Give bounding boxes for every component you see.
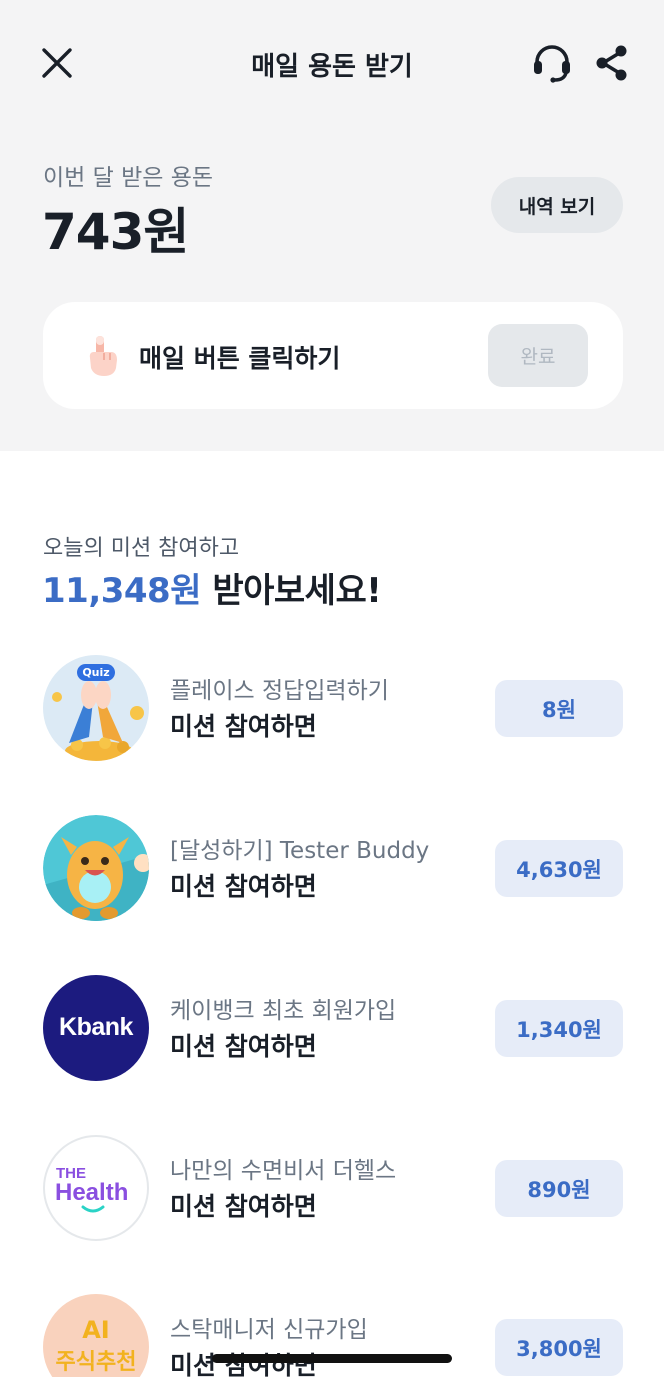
- home-indicator[interactable]: [212, 1354, 452, 1363]
- share-icon[interactable]: [592, 42, 632, 84]
- quiz-badge-label: Quiz: [82, 666, 110, 679]
- mission-subtitle: 오늘의 미션 참여하고: [43, 536, 240, 561]
- tester-buddy-character-logo: [43, 815, 149, 921]
- daily-click-label: 매일 버튼 클릭하기: [139, 344, 341, 373]
- the-health-logo-main: Health: [55, 1179, 129, 1206]
- mission-item[interactable]: [달성하기] Tester Buddy 미션 참여하면 4,630원: [0, 815, 664, 925]
- mission-headline-suffix: 받아보세요!: [200, 571, 382, 611]
- mission-action: 미션 참여하면: [170, 712, 317, 741]
- mission-action: 미션 참여하면: [170, 872, 317, 901]
- mission-action: 미션 참여하면: [170, 1192, 317, 1221]
- ai-stock-logo-bottom: 주식추천: [55, 1350, 137, 1375]
- kbank-logo: Kbank: [43, 975, 149, 1081]
- mission-item[interactable]: AI 주식추천 스탁매니저 신규가입 미션 참여하면 3,800원: [0, 1294, 664, 1377]
- mission-name: 나만의 수면비서 더헬스: [170, 1158, 397, 1184]
- navigation-bar: 매일 용돈 받기: [0, 0, 664, 124]
- mission-name: 스탁매니저 신규가입: [170, 1317, 368, 1343]
- ai-stock-logo-top: AI: [82, 1316, 110, 1344]
- the-health-logo: THE Health: [43, 1135, 149, 1241]
- headset-icon[interactable]: [530, 42, 574, 86]
- mission-item[interactable]: THE Health 나만의 수면비서 더헬스 미션 참여하면 890원: [0, 1135, 664, 1245]
- mission-reward-button[interactable]: 890원: [495, 1160, 623, 1217]
- monthly-allowance-label: 이번 달 받은 용돈: [43, 165, 214, 191]
- daily-click-card: 매일 버튼 클릭하기 완료: [43, 302, 623, 409]
- completed-button: 완료: [488, 324, 588, 387]
- mission-item[interactable]: Kbank 케이뱅크 최초 회원가입 미션 참여하면 1,340원: [0, 975, 664, 1085]
- total-reward-amount: 11,348원: [42, 571, 201, 611]
- mission-item[interactable]: Quiz 플레이스 정답입력하기 미션 참여하면 8원: [0, 655, 664, 765]
- mission-name: 플레이스 정답입력하기: [170, 678, 389, 704]
- mission-reward-button[interactable]: 8원: [495, 680, 623, 737]
- mission-reward-button[interactable]: 1,340원: [495, 1000, 623, 1057]
- mission-action: 미션 참여하면: [170, 1032, 317, 1061]
- ai-stock-logo: AI 주식추천: [43, 1294, 149, 1377]
- summary-area: 매일 용돈 받기 이번 달 받은 용돈 743원 내역 보기 매일 버튼 클릭하…: [0, 0, 664, 451]
- monthly-allowance-amount: 743원: [42, 203, 189, 261]
- pointing-hand-icon: [83, 334, 123, 378]
- quiz-high-five-logo: Quiz: [43, 655, 149, 761]
- mission-reward-button[interactable]: 4,630원: [495, 840, 623, 897]
- mission-name: 케이뱅크 최초 회원가입: [170, 998, 397, 1024]
- mission-reward-button[interactable]: 3,800원: [495, 1319, 623, 1376]
- mission-name: [달성하기] Tester Buddy: [170, 838, 430, 864]
- mission-headline: 11,348원 받아보세요!: [42, 563, 382, 612]
- kbank-logo-text: Kbank: [59, 1013, 133, 1041]
- history-button[interactable]: 내역 보기: [491, 177, 623, 233]
